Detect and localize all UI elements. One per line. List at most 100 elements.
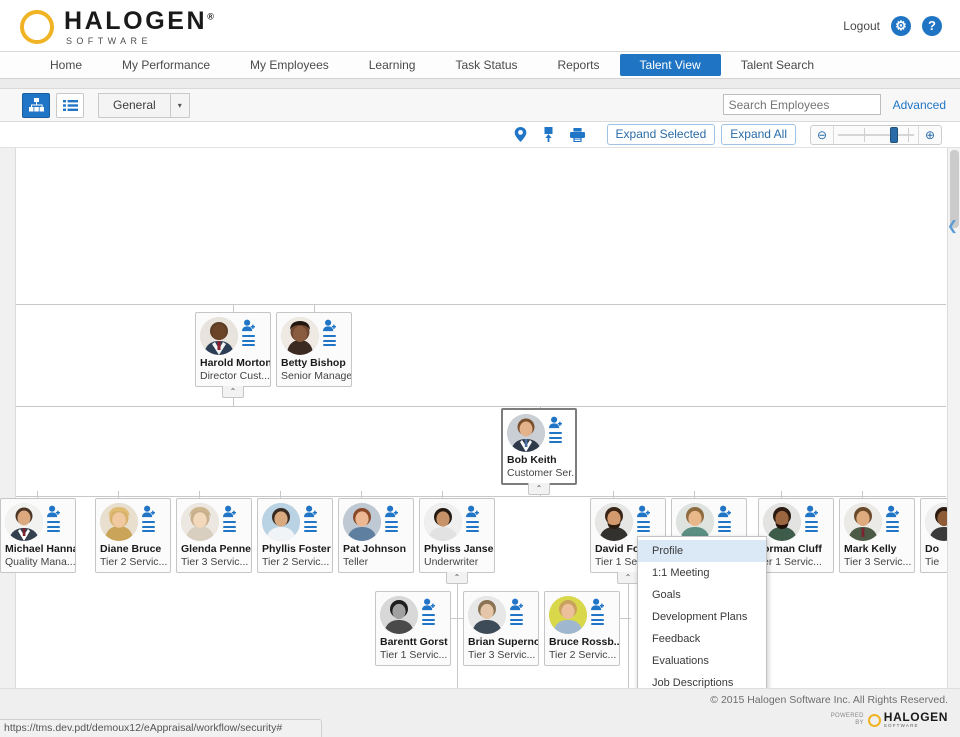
hamburger-menu-icon[interactable] (385, 521, 398, 532)
locate-person-icon[interactable] (514, 127, 527, 142)
search-input[interactable] (722, 94, 881, 115)
copyright-text: © 2015 Halogen Software Inc. All Rights … (710, 694, 948, 706)
expand-all-button[interactable]: Expand All (721, 124, 796, 145)
group-selector[interactable]: General ▾ (98, 92, 190, 118)
org-node-header (196, 313, 270, 356)
org-chart-canvas[interactable]: Harold Morton Director Cust... ⌃ Betty B… (0, 148, 960, 688)
zoom-slider[interactable] (833, 125, 919, 144)
org-node[interactable]: Glenda Penner Tier 3 Servic... (176, 498, 252, 573)
employee-context-menu[interactable]: Profile 1:1 Meeting Goals Development Pl… (637, 536, 767, 688)
org-node[interactable]: Pat Johnson Teller (338, 498, 414, 573)
context-menu-item-evaluations[interactable]: Evaluations (638, 650, 766, 672)
print-icon[interactable] (569, 127, 585, 142)
list-view-icon[interactable] (56, 92, 84, 118)
add-person-icon[interactable] (718, 505, 731, 518)
add-person-icon[interactable] (385, 505, 398, 518)
advanced-search-link[interactable]: Advanced (893, 98, 946, 112)
hamburger-menu-icon[interactable] (323, 335, 336, 346)
context-menu-item-development-plans[interactable]: Development Plans (638, 606, 766, 628)
org-node[interactable]: orman Cluff er 1 Servic... (758, 498, 834, 573)
collapse-toggle[interactable]: ⌃ (617, 572, 639, 584)
hamburger-menu-icon[interactable] (510, 614, 523, 625)
connector (233, 304, 234, 312)
org-node-actions (637, 503, 650, 532)
org-node[interactable]: Diane Bruce Tier 2 Servic... (95, 498, 171, 573)
zoom-in-icon[interactable]: ⊕ (919, 126, 941, 144)
context-menu-item-feedback[interactable]: Feedback (638, 628, 766, 650)
add-person-icon[interactable] (886, 505, 899, 518)
org-node[interactable]: Phyliss Jansen Underwriter ⌃ (419, 498, 495, 584)
org-node[interactable]: Betty Bishop Senior Manager (276, 312, 352, 387)
context-menu-item-goals[interactable]: Goals (638, 584, 766, 606)
hamburger-menu-icon[interactable] (304, 521, 317, 532)
add-person-icon[interactable] (323, 319, 336, 332)
org-node[interactable]: Barentt Gorst Tier 1 Servic... (375, 591, 451, 666)
nav-item-my-employees[interactable]: My Employees (230, 52, 349, 78)
chevron-left-icon[interactable]: ❮ (947, 208, 958, 244)
nav-item-talent-view[interactable]: Talent View (619, 54, 721, 76)
nav-item-task-status[interactable]: Task Status (435, 52, 537, 78)
org-node-actions (242, 317, 255, 346)
org-node-actions (142, 503, 155, 532)
collapse-toggle[interactable]: ⌃ (528, 483, 550, 495)
logout-link[interactable]: Logout (843, 19, 880, 33)
chart-vertical-scrollbar[interactable]: ❮ (947, 148, 960, 688)
hamburger-menu-icon[interactable] (549, 432, 562, 443)
add-person-icon[interactable] (242, 319, 255, 332)
org-node[interactable]: Brian Supernot Tier 3 Servic... (463, 591, 539, 666)
add-person-icon[interactable] (304, 505, 317, 518)
org-node[interactable]: Bruce Rossb... Tier 2 Servic... (544, 591, 620, 666)
org-node-selected[interactable]: Bob Keith Customer Ser... ⌃ (501, 408, 577, 495)
expand-selected-button[interactable]: Expand Selected (606, 124, 716, 145)
hamburger-menu-icon[interactable] (591, 614, 604, 625)
add-person-icon[interactable] (466, 505, 479, 518)
hamburger-menu-icon[interactable] (718, 521, 731, 532)
hamburger-menu-icon[interactable] (242, 335, 255, 346)
add-person-icon[interactable] (549, 416, 562, 429)
hamburger-menu-icon[interactable] (466, 521, 479, 532)
collapse-toggle[interactable]: ⌃ (446, 572, 468, 584)
org-node[interactable]: Mark Kelly Tier 3 Servic... (839, 498, 915, 573)
hamburger-menu-icon[interactable] (142, 521, 155, 532)
chevron-down-icon[interactable]: ▾ (169, 92, 190, 118)
org-node-title: er 1 Servic... (763, 556, 822, 568)
org-chart-icon[interactable] (22, 92, 50, 118)
help-icon[interactable]: ? (922, 16, 942, 36)
org-node[interactable]: Michael Hanna Quality Mana... (0, 498, 76, 573)
zoom-slider-handle[interactable] (890, 126, 898, 143)
gear-icon[interactable]: ⚙ (891, 16, 911, 36)
add-person-icon[interactable] (47, 505, 60, 518)
context-menu-item-1-1-meeting[interactable]: 1:1 Meeting (638, 562, 766, 584)
org-node-name: Mark Kelly (844, 543, 897, 555)
hamburger-menu-icon[interactable] (47, 521, 60, 532)
nav-item-learning[interactable]: Learning (349, 52, 436, 78)
nav-item-home[interactable]: Home (30, 52, 102, 78)
add-person-icon[interactable] (510, 598, 523, 611)
hamburger-menu-icon[interactable] (422, 614, 435, 625)
add-person-icon[interactable] (805, 505, 818, 518)
context-menu-item-profile[interactable]: Profile (638, 540, 766, 562)
avatar (507, 414, 545, 452)
add-person-icon[interactable] (422, 598, 435, 611)
add-person-icon[interactable] (223, 505, 236, 518)
hamburger-menu-icon[interactable] (223, 521, 236, 532)
org-node-actions (549, 414, 562, 443)
group-selector-label[interactable]: General (98, 92, 170, 118)
powered-by-text: POWERED BY (831, 713, 864, 727)
nav-item-talent-search[interactable]: Talent Search (721, 52, 834, 78)
org-node[interactable]: Phyllis Foster Tier 2 Servic... (257, 498, 333, 573)
hamburger-menu-icon[interactable] (805, 521, 818, 532)
avatar (100, 503, 138, 541)
hamburger-menu-icon[interactable] (886, 521, 899, 532)
context-menu-item-job-descriptions[interactable]: Job Descriptions (638, 672, 766, 688)
hamburger-menu-icon[interactable] (637, 521, 650, 532)
add-person-icon[interactable] (637, 505, 650, 518)
org-node[interactable]: Harold Morton Director Cust... ⌃ (195, 312, 271, 398)
zoom-out-icon[interactable]: ⊖ (811, 126, 833, 144)
add-person-icon[interactable] (142, 505, 155, 518)
collapse-toggle[interactable]: ⌃ (222, 386, 244, 398)
add-person-icon[interactable] (591, 598, 604, 611)
nav-item-my-performance[interactable]: My Performance (102, 52, 230, 78)
nav-item-reports[interactable]: Reports (538, 52, 620, 78)
export-icon[interactable] (543, 127, 554, 142)
